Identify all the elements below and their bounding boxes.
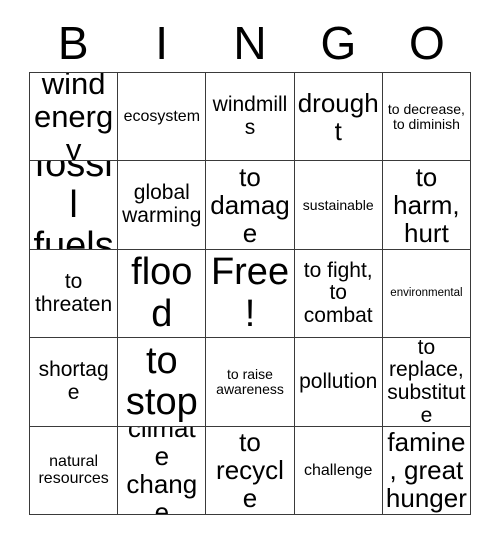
- bingo-cell[interactable]: to harm, hurt: [382, 161, 472, 250]
- bingo-cell-label: flood: [131, 251, 193, 335]
- bingo-cell[interactable]: global warming: [118, 161, 207, 250]
- bingo-cell-label: drought: [297, 87, 379, 146]
- bingo-cell[interactable]: to threaten: [30, 249, 119, 339]
- header-letter-i: I: [155, 17, 168, 69]
- bingo-cell[interactable]: to stop: [118, 338, 207, 427]
- bingo-cell[interactable]: ecosystem: [118, 73, 207, 162]
- bingo-cell[interactable]: flood: [118, 249, 207, 339]
- bingo-row: to threaten flood Free! to fight, to com…: [30, 249, 472, 339]
- bingo-cell[interactable]: climate change: [118, 426, 207, 516]
- bingo-cell[interactable]: natural resources: [30, 426, 119, 516]
- bingo-cell-label: fossil fuels: [33, 161, 114, 250]
- bingo-cell-label: to replace, substitute: [387, 338, 466, 427]
- bingo-cell[interactable]: sustainable: [294, 161, 383, 250]
- bingo-cell[interactable]: pollution: [294, 338, 383, 427]
- header-letter-g: G: [320, 17, 357, 69]
- header-letter-b: B: [57, 17, 89, 69]
- bingo-cell-label: windmills: [212, 93, 288, 139]
- bingo-cell[interactable]: to raise awareness: [206, 338, 295, 427]
- bingo-cell[interactable]: drought: [294, 73, 383, 162]
- bingo-cell-label: to recycle: [216, 427, 284, 514]
- bingo-cell[interactable]: to fight, to combat: [294, 249, 383, 339]
- bingo-cell-label: wind energy: [33, 73, 114, 162]
- bingo-row: fossil fuels global warming to damage su…: [30, 161, 472, 250]
- bingo-cell[interactable]: to replace, substitute: [382, 338, 472, 427]
- bingo-cell[interactable]: to decrease, to diminish: [382, 73, 472, 162]
- bingo-row: wind energy ecosystem windmills drought …: [30, 73, 472, 162]
- bingo-row: shortage to stop to raise awareness poll…: [30, 338, 472, 427]
- header-letter-n: N: [233, 17, 267, 69]
- bingo-cell-label: to stop: [125, 339, 198, 423]
- bingo-cell-label: shortage: [38, 358, 109, 404]
- bingo-cell-label: challenge: [303, 461, 373, 479]
- bingo-cell-label: natural resources: [38, 453, 109, 488]
- header-letter-o: O: [408, 17, 445, 69]
- bingo-cell-label: sustainable: [302, 196, 374, 213]
- bingo-cell[interactable]: environmental: [382, 249, 472, 339]
- bingo-cell-label: to harm, hurt: [393, 162, 460, 249]
- bingo-cell-label: climate change: [126, 426, 198, 516]
- bingo-cell-label: to fight, to combat: [303, 258, 373, 327]
- bingo-cell-label: to decrease, to diminish: [387, 100, 465, 132]
- bingo-cell-label: ecosystem: [123, 108, 201, 126]
- bingo-cell[interactable]: challenge: [294, 426, 383, 516]
- bingo-cell[interactable]: wind energy: [30, 73, 119, 162]
- bingo-cell[interactable]: shortage: [30, 338, 119, 427]
- bingo-cell-label: to damage: [210, 162, 290, 249]
- bingo-cell-label: global warming: [122, 181, 202, 228]
- bingo-grid: wind energy ecosystem windmills drought …: [29, 72, 472, 516]
- bingo-cell[interactable]: to damage: [206, 161, 295, 250]
- bingo-cell-label: to threaten: [35, 269, 113, 316]
- bingo-cell-free[interactable]: Free!: [206, 249, 295, 339]
- bingo-cell-label: Free!: [210, 251, 290, 335]
- bingo-cell-label: famine, great hunger: [385, 427, 467, 514]
- bingo-row: natural resources climate change to recy…: [30, 426, 472, 516]
- bingo-card: B I N G O wind energy ecosystem windmill…: [0, 0, 500, 544]
- bingo-cell[interactable]: windmills: [206, 73, 295, 162]
- bingo-cell-label: pollution: [299, 369, 378, 393]
- bingo-cell[interactable]: fossil fuels: [30, 161, 119, 250]
- bingo-cell-label: to raise awareness: [216, 365, 284, 397]
- bingo-cell-label: environmental: [390, 287, 463, 300]
- bingo-cell[interactable]: to recycle: [206, 426, 295, 516]
- bingo-header: B I N G O: [29, 14, 471, 72]
- bingo-cell[interactable]: famine, great hunger: [382, 426, 472, 516]
